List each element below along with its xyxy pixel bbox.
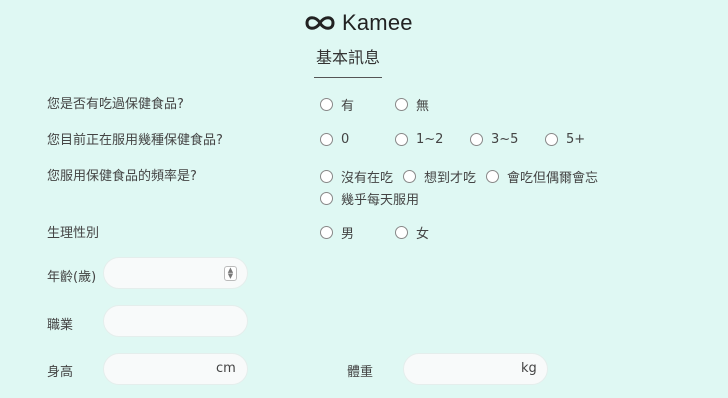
question-label-supplement-count: 您目前正在服用幾種保健食品?	[47, 133, 223, 148]
occupation-input[interactable]	[103, 305, 248, 337]
radio-label: 沒有在吃	[341, 171, 394, 186]
age-label: 年齡(歲)	[47, 270, 97, 285]
question-label-tried-supplements: 您是否有吃過保健食品?	[47, 97, 184, 112]
radio-option-1-2[interactable]: 1~2	[395, 132, 443, 147]
radio-label: 0	[341, 132, 350, 147]
radio-label: 幾乎每天服用	[341, 193, 420, 208]
radio-label: 1~2	[416, 132, 444, 147]
radio-option-not-taking[interactable]: 沒有在吃	[320, 167, 393, 186]
radio-option-male[interactable]: 男	[320, 223, 354, 242]
radio-circle[interactable]	[320, 192, 333, 205]
radio-circle[interactable]	[320, 226, 333, 239]
occupation-label: 職業	[47, 318, 74, 333]
radio-circle[interactable]	[395, 98, 408, 111]
radio-option-no[interactable]: 無	[395, 95, 429, 114]
radio-circle[interactable]	[320, 170, 333, 183]
radio-circle[interactable]	[395, 226, 408, 239]
weight-unit: kg	[521, 361, 537, 376]
radio-option-0[interactable]: 0	[320, 132, 349, 147]
section-title: 基本訊息	[316, 48, 381, 67]
weight-label: 體重	[347, 365, 374, 380]
radio-circle[interactable]	[545, 133, 558, 146]
number-spinner-icon[interactable]: ▲ ▼	[224, 266, 237, 281]
question-label-frequency: 您服用保健食品的頻率是?	[47, 169, 197, 184]
radio-circle[interactable]	[395, 133, 408, 146]
radio-circle[interactable]	[403, 170, 416, 183]
radio-option-almost-daily[interactable]: 幾乎每天服用	[320, 189, 419, 208]
radio-option-3-5[interactable]: 3~5	[470, 132, 518, 147]
radio-option-sometimes-forget[interactable]: 會吃但偶爾會忘	[486, 167, 598, 186]
radio-option-5-plus[interactable]: 5+	[545, 132, 585, 147]
brand-logo: Kamee	[304, 10, 413, 36]
radio-label: 3~5	[491, 132, 519, 147]
radio-label: 5+	[566, 132, 586, 147]
radio-label: 男	[341, 227, 355, 242]
radio-circle[interactable]	[320, 98, 333, 111]
question-label-sex: 生理性別	[47, 226, 100, 241]
height-unit: cm	[216, 361, 236, 376]
infinity-link-icon	[305, 16, 335, 30]
radio-label: 會吃但偶爾會忘	[507, 171, 599, 186]
radio-circle[interactable]	[486, 170, 499, 183]
radio-option-when-remembered[interactable]: 想到才吃	[403, 167, 476, 186]
radio-circle[interactable]	[320, 133, 333, 146]
height-label: 身高	[47, 365, 74, 380]
radio-option-female[interactable]: 女	[395, 223, 429, 242]
brand-name: Kamee	[342, 10, 413, 35]
radio-label: 無	[416, 99, 430, 114]
radio-label: 女	[416, 227, 430, 242]
radio-option-yes[interactable]: 有	[320, 95, 354, 114]
radio-label: 想到才吃	[424, 171, 477, 186]
radio-circle[interactable]	[470, 133, 483, 146]
radio-label: 有	[341, 99, 355, 114]
section-underline	[314, 77, 382, 78]
